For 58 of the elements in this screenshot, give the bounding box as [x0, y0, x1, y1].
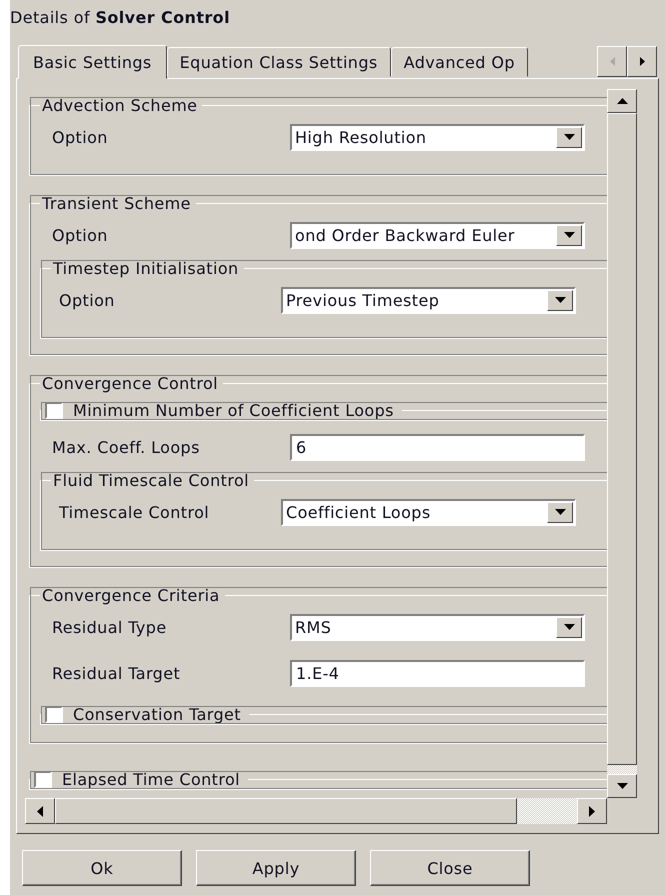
left-arrow-icon: [37, 806, 43, 816]
tab[interactable]: Advanced Op: [390, 47, 528, 77]
scroll-up-button[interactable]: [607, 89, 637, 113]
field-label: Timescale Control: [58, 502, 210, 522]
group-title: Timestep Initialisation: [52, 259, 240, 278]
checkbox-label: Minimum Number of Coefficient Loops: [73, 401, 394, 420]
tab[interactable]: Basic Settings: [18, 45, 167, 79]
horizontal-scrollbar[interactable]: [25, 798, 607, 824]
right-arrow-icon: [589, 806, 595, 816]
dropdown-button[interactable]: [547, 502, 573, 522]
scrollbar-thumb[interactable]: [55, 798, 517, 824]
dropdown[interactable]: High Resolution: [290, 124, 585, 150]
right-arrow-icon: [640, 57, 644, 66]
dropdown-arrow-icon: [564, 134, 574, 140]
left-arrow-icon: [610, 57, 614, 66]
checkbox-label: Conservation Target: [73, 705, 241, 724]
dropdown-arrow-icon: [554, 509, 566, 515]
dropdown[interactable]: RMS: [290, 614, 585, 640]
dropdown-button[interactable]: [556, 224, 582, 246]
scroll-left-button[interactable]: [25, 798, 55, 824]
checkbox[interactable]: [45, 402, 63, 419]
tab[interactable]: Equation Class Settings: [166, 47, 391, 77]
group-title: Transient Scheme: [41, 194, 192, 213]
input-field[interactable]: 6: [290, 434, 585, 460]
field-label: Option: [51, 128, 109, 146]
dropdown-arrow-icon: [554, 297, 566, 303]
dropdown-button[interactable]: [556, 126, 582, 148]
input-field[interactable]: 1.E-4: [290, 660, 585, 686]
dropdown[interactable]: Coefficient Loops: [281, 498, 576, 526]
dialog-button[interactable]: Ok: [22, 850, 182, 886]
dropdown-button[interactable]: [556, 616, 582, 638]
dialog-button[interactable]: Close: [370, 850, 530, 886]
dropdown-arrow-icon: [564, 624, 574, 630]
dialog-button[interactable]: Apply: [196, 850, 356, 886]
scroll-left-button[interactable]: [597, 46, 627, 77]
dropdown[interactable]: Previous Timestep: [281, 286, 576, 314]
group-title: Advection Scheme: [41, 96, 198, 115]
field-label: Option: [51, 226, 109, 244]
scroll-right-button[interactable]: [577, 798, 607, 824]
scrollbar-track[interactable]: [607, 765, 637, 774]
dropdown-button[interactable]: [547, 290, 573, 310]
field-label: Option: [58, 290, 116, 310]
group-title: Convergence Control: [41, 374, 220, 393]
dropdown-arrow-icon: [564, 232, 574, 238]
group-title: Fluid Timescale Control: [52, 471, 250, 490]
dropdown[interactable]: ond Order Backward Euler: [290, 222, 585, 248]
down-arrow-icon: [616, 783, 628, 789]
checkbox[interactable]: [34, 771, 52, 788]
checkbox[interactable]: [45, 706, 63, 723]
up-arrow-icon: [616, 98, 628, 104]
group-title: Convergence Criteria: [41, 586, 221, 605]
field-label: Residual Target: [51, 664, 182, 682]
field-label: Max. Coeff. Loops: [51, 438, 201, 456]
field-label: Residual Type: [51, 618, 168, 636]
panel-title: Details of Solver Control: [10, 7, 231, 29]
checkbox-label: Elapsed Time Control: [62, 770, 240, 789]
scroll-right-button[interactable]: [627, 46, 657, 77]
scroll-down-button[interactable]: [607, 774, 637, 798]
